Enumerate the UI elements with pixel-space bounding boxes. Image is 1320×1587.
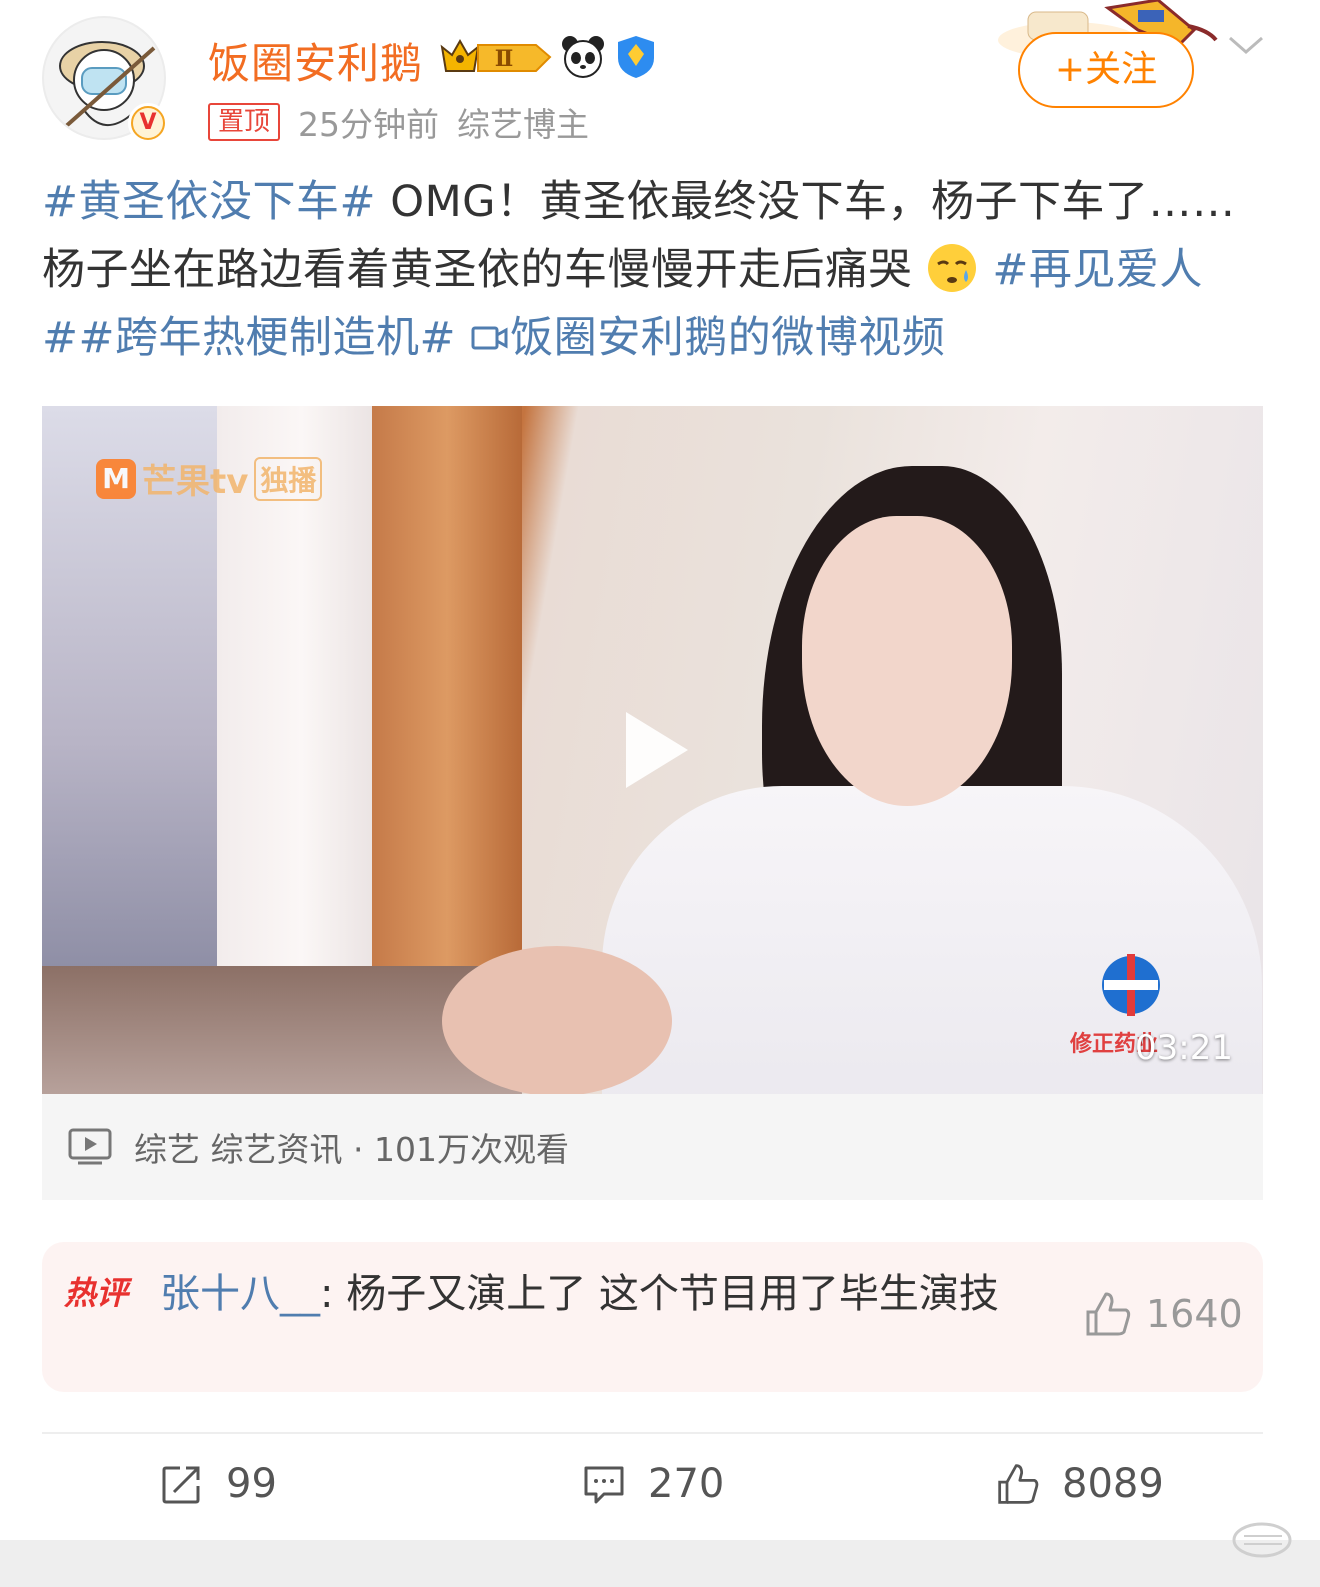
hot-comment-tag: 热评 — [64, 1274, 133, 1312]
timestamp: 25分钟前 — [298, 105, 440, 144]
video-info-bar[interactable]: 综艺 综艺资讯 · 101万次观看 — [42, 1094, 1263, 1200]
sponsor-watermark-icon — [1102, 954, 1160, 1016]
mango-tv-logo: M 芒果tv 独播 — [96, 454, 323, 503]
mango-logo-text: 芒果tv — [142, 462, 249, 502]
pinned-tag: 置顶 — [208, 103, 281, 141]
shield-icon[interactable] — [614, 34, 658, 80]
post-text: #黄圣依没下车# OMG！黄圣依最终没下车，杨子下车了……杨子坐在路边看着黄圣依… — [42, 168, 1272, 372]
divider — [42, 1432, 1263, 1434]
video-face — [802, 516, 1012, 806]
comment-icon — [584, 1466, 624, 1504]
hot-comment-text: : 杨子又演上了 这个节目用了毕生演技 — [320, 1271, 999, 1317]
like-count: 8089 — [1062, 1461, 1164, 1507]
svg-text:热评: 热评 — [64, 1274, 133, 1312]
like-button[interactable]: 8089 — [996, 1456, 1164, 1512]
video-player[interactable]: M 芒果tv 独播 修正药业 03:21 — [42, 406, 1263, 1094]
thumbs-up-icon — [1086, 1292, 1131, 1336]
video-link-label: 饭圈安利鹅的微博视频 — [510, 313, 946, 363]
video-link[interactable]: 饭圈安利鹅的微博视频 — [470, 313, 945, 363]
repost-button[interactable]: 99 — [160, 1456, 277, 1512]
hashtag-link[interactable]: #跨年热梗制造机# — [79, 313, 457, 363]
panda-icon[interactable] — [560, 34, 606, 80]
emoji-icon — [928, 244, 977, 292]
hot-comment-user[interactable]: 张十八__ — [160, 1271, 320, 1317]
verified-badge: V — [128, 103, 168, 143]
video-camera-icon — [471, 326, 508, 350]
weibo-watermark-icon — [1232, 1522, 1292, 1558]
hot-comment-like-count: 1640 — [1146, 1292, 1243, 1336]
level-badge-text: Ⅱ — [495, 46, 514, 72]
hot-comment-body: 张十八__: 杨子又演上了 这个节目用了毕生演技 — [160, 1262, 1060, 1326]
video-duration: 03:21 — [1135, 1028, 1233, 1068]
video-icon — [68, 1128, 112, 1165]
mango-logo-tag: 独播 — [254, 456, 323, 501]
chevron-down-icon[interactable] — [1226, 30, 1266, 60]
video-info-text: 综艺 综艺资讯 · 101万次观看 — [134, 1130, 569, 1169]
hot-comment[interactable]: 热评 张十八__: 杨子又演上了 这个节目用了毕生演技 1640 — [42, 1242, 1263, 1392]
comment-button[interactable]: 270 — [582, 1456, 724, 1512]
mango-logo-icon: M — [96, 458, 136, 499]
hashtag-link[interactable]: #黄圣依没下车# — [42, 177, 376, 227]
comment-count: 270 — [648, 1461, 725, 1507]
hot-comment-like[interactable]: 1640 — [1084, 1290, 1243, 1338]
bottom-band — [0, 1540, 1320, 1587]
video-hands — [442, 946, 672, 1094]
user-tag: 综艺博主 — [457, 105, 590, 144]
repost-icon — [162, 1466, 200, 1504]
play-icon[interactable] — [620, 708, 692, 792]
follow-button[interactable]: +关注 — [1018, 32, 1194, 108]
thumbs-up-icon — [998, 1464, 1039, 1504]
repost-count: 99 — [226, 1461, 277, 1507]
crown-badge-icon[interactable]: Ⅱ — [440, 37, 552, 77]
username[interactable]: 饭圈安利鹅 — [208, 30, 423, 91]
